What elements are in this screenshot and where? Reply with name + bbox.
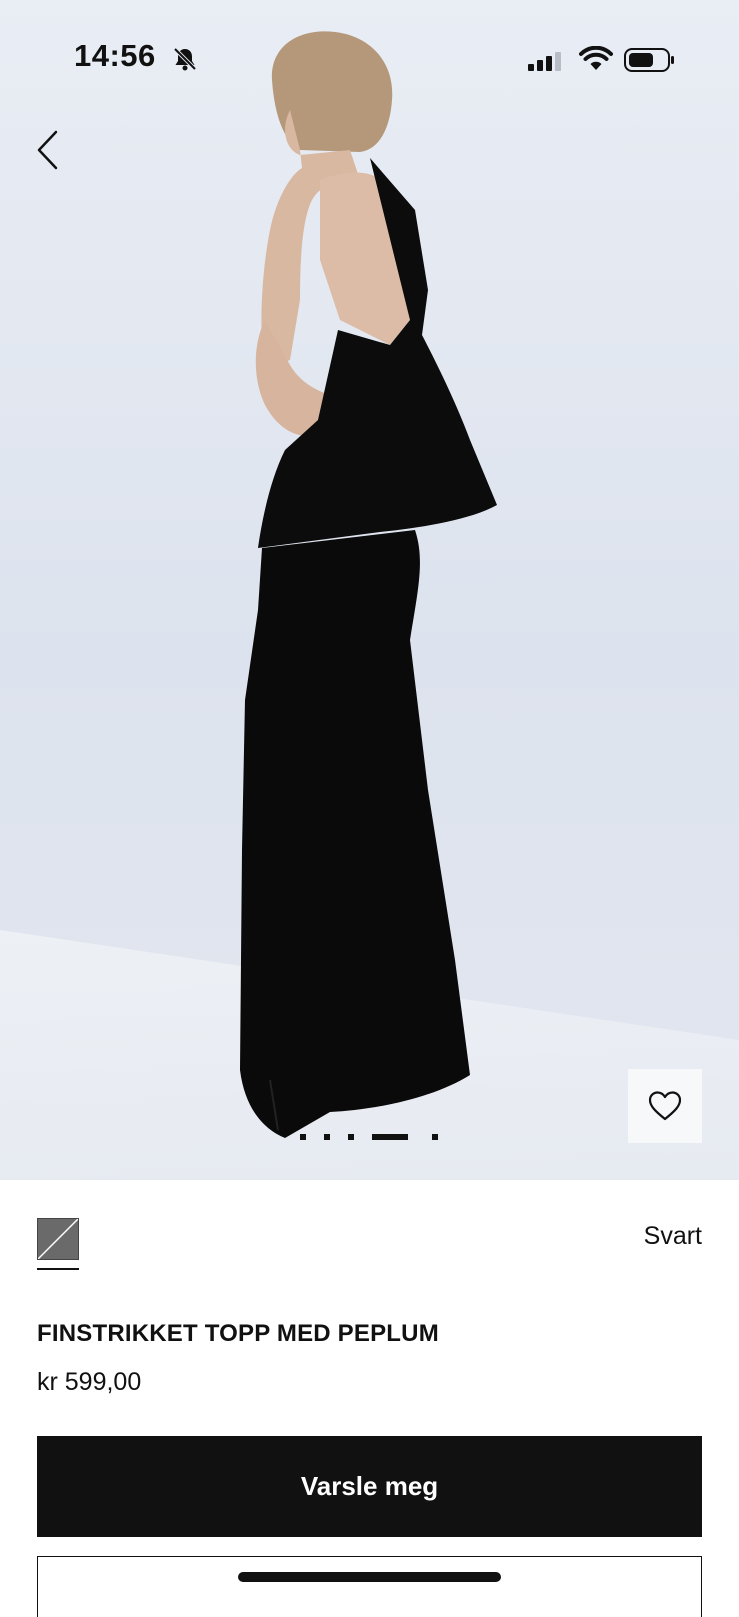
- product-title: FINSTRIKKET TOPP MED PEPLUM: [37, 1320, 439, 1347]
- battery-icon: [624, 48, 674, 72]
- color-swatch[interactable]: [36, 1217, 80, 1272]
- color-name: Svart: [643, 1222, 702, 1250]
- back-button[interactable]: [30, 125, 70, 175]
- cellular-signal-icon: [528, 52, 561, 71]
- status-bar: 14:56: [0, 0, 739, 120]
- gallery-dot[interactable]: [432, 1134, 438, 1140]
- secondary-button[interactable]: [37, 1556, 702, 1617]
- home-indicator: [238, 1572, 501, 1582]
- back-chevron-icon: [37, 130, 58, 170]
- gallery-dot[interactable]: [300, 1134, 306, 1140]
- product-price: kr 599,00: [37, 1368, 142, 1396]
- model-figure: [240, 31, 497, 1138]
- gallery-dot-active[interactable]: [372, 1134, 408, 1140]
- product-image[interactable]: [0, 0, 739, 1180]
- notify-me-button[interactable]: Varsle meg: [37, 1436, 702, 1537]
- status-time: 14:56: [74, 38, 156, 73]
- color-swatch-icon: [36, 1217, 80, 1261]
- gallery-dot[interactable]: [348, 1134, 354, 1140]
- gallery-dot[interactable]: [324, 1134, 330, 1140]
- wifi-icon: [579, 46, 613, 70]
- heart-icon: [648, 1091, 682, 1121]
- swatch-selected-underline: [37, 1268, 79, 1270]
- bell-slash-icon: [173, 47, 197, 71]
- favorite-button[interactable]: [628, 1069, 702, 1143]
- gallery-pagination: [300, 1134, 450, 1140]
